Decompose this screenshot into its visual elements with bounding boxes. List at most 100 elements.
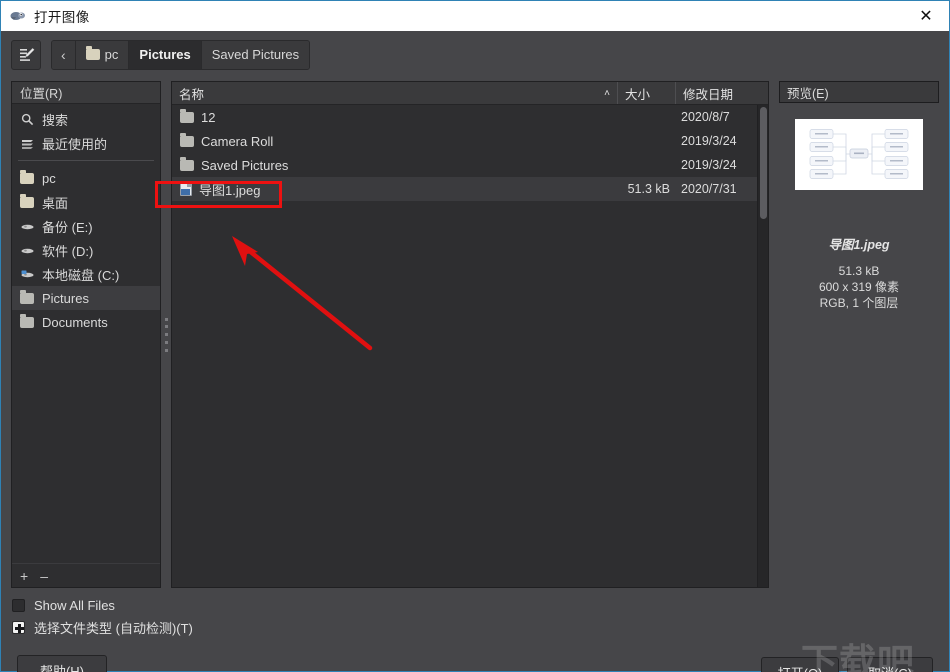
path-toolbar: ‹ pc Pictures Saved Pictures [1,31,949,78]
window-title: 打开图像 [34,10,90,25]
sidebar-item-drive-e[interactable]: 备份 (E:) [12,214,160,238]
file-date-cell: 2019/3/24 [681,134,737,148]
mindmap-thumbnail [795,119,923,190]
breadcrumb: ‹ pc Pictures Saved Pictures [51,39,311,70]
folder-grey-icon [20,289,35,306]
preview-filename: 导图1.jpeg [828,238,890,252]
sidebar-item-pictures[interactable]: Pictures [12,286,160,310]
folder-icon [180,132,194,147]
file-list-scrollbar[interactable] [757,105,768,587]
folder-icon [85,46,100,60]
harddisk-icon [20,267,35,282]
breadcrumb-back-button[interactable]: ‹ [52,40,76,69]
file-date-cell: 2019/3/24 [681,158,737,172]
preview-header: 预览(E) [779,81,939,103]
preview-colormode: RGB, 1 个图层 [819,296,899,310]
places-list: 搜索 最近使用的 pc 桌面 备份 (E:) 软件 (D:) 本地磁盘 (C:)… [12,104,160,563]
file-date-cell: 2020/8/7 [681,110,730,124]
open-button[interactable]: 打开(O) [761,657,839,672]
breadcrumb-item-saved-pictures[interactable]: Saved Pictures [201,40,310,69]
table-row[interactable]: 12 2020/8/7 [172,105,768,129]
preview-filesize: 51.3 kB [838,264,880,278]
sidebar-item-label: 本地磁盘 (C:) [42,267,120,283]
table-row[interactable]: Camera Roll 2019/3/24 [172,129,768,153]
window-titlebar: 打开图像 ✕ [0,0,950,31]
recent-icon [20,136,35,151]
open-image-dialog: ‹ pc Pictures Saved Pictures 位置(R) 搜索 最近… [0,31,950,672]
file-name-label: 12 [201,109,216,125]
sidebar-item-search[interactable]: 搜索 [12,107,160,131]
scrollbar-thumb[interactable] [760,107,767,219]
sidebar-item-drive-d[interactable]: 软件 (D:) [12,238,160,262]
places-header: 位置(R) [12,82,160,104]
sort-ascending-icon: ˄ [604,87,610,99]
grip-dots-icon [164,317,168,352]
image-file-icon [180,182,192,196]
gimp-wilber-icon [10,8,26,24]
dialog-options: Show All Files 选择文件类型 (自动检测)(T) [12,594,193,638]
sidebar-item-label: Documents [42,314,108,330]
remove-bookmark-button[interactable]: ‒ [40,569,48,583]
file-name-cell: Saved Pictures [172,156,618,173]
preview-metadata: 51.3 kB 600 x 319 像素 RGB, 1 个图层 [819,263,899,311]
sidebar-item-label: Pictures [42,290,89,306]
sidebar-item-drive-c[interactable]: 本地磁盘 (C:) [12,262,160,286]
sidebar-item-label: 桌面 [42,195,69,211]
preview-body: 导图1.jpeg 51.3 kB 600 x 319 像素 RGB, 1 个图层 [779,103,939,588]
preview-panel: 预览(E) 导图1.jpeg 51.3 kB 600 x 319 像素 RGB,… [779,81,939,588]
file-name-label: Camera Roll [201,133,274,149]
file-type-expander[interactable]: 选择文件类型 (自动检测)(T) [12,616,193,638]
file-name-cell: 导图1.jpeg [172,180,618,199]
type-location-icon[interactable] [11,39,41,70]
file-date-cell: 2020/7/31 [681,182,737,196]
file-list-header: 名称 ˄ 大小 修改日期 [172,82,768,105]
file-name-label: 导图1.jpeg [199,182,261,198]
sidebar-item-label: pc [42,170,56,186]
column-header-name-label: 名称 [179,87,205,102]
places-sidebar: 位置(R) 搜索 最近使用的 pc 桌面 备份 (E:) 软件 (D:) 本地磁… [11,81,161,588]
breadcrumb-item-pc[interactable]: pc [75,40,130,69]
breadcrumb-label: pc [104,47,119,62]
column-header-name[interactable]: 名称 ˄ [172,82,618,104]
sidebar-item-label: 备份 (E:) [42,219,93,235]
file-list-rows: 12 2020/8/7 Camera Roll 2019/3/24 Saved … [172,105,768,587]
table-row[interactable]: 导图1.jpeg 51.3 kB 2020/7/31 [172,177,768,201]
breadcrumb-item-pictures[interactable]: Pictures [129,40,202,69]
folder-icon [20,193,35,210]
folder-grey-icon [20,313,35,330]
sidebar-item-label: 搜索 [42,112,69,128]
sidebar-resize-handle[interactable] [161,81,171,588]
places-footer: + ‒ [12,563,160,587]
column-header-date[interactable]: 修改日期 [676,82,768,104]
column-header-size[interactable]: 大小 [618,82,676,104]
checkbox-icon[interactable] [12,598,25,612]
sidebar-item-label: 最近使用的 [42,136,108,152]
table-row[interactable]: Saved Pictures 2019/3/24 [172,153,768,177]
file-name-cell: Camera Roll [172,132,618,149]
expander-plus-icon[interactable] [12,620,25,634]
cancel-button[interactable]: 取消(C) [847,657,933,672]
folder-icon [180,108,194,123]
help-button[interactable]: 帮助(H) [17,655,107,672]
sidebar-item-recent[interactable]: 最近使用的 [12,131,160,155]
file-size-cell: 51.3 kB [627,182,670,196]
breadcrumb-label: Saved Pictures [211,47,300,62]
breadcrumb-label: Pictures [139,47,191,62]
file-name-label: Saved Pictures [201,157,289,173]
sidebar-item-label: 软件 (D:) [42,243,94,259]
file-list-pane: 名称 ˄ 大小 修改日期 12 2020/8/7 Camera Roll 201… [171,81,769,588]
sidebar-item-documents[interactable]: Documents [12,310,160,334]
sidebar-item-pc[interactable]: pc [12,166,160,190]
folder-icon [180,156,194,171]
show-all-files-label: Show All Files [34,597,115,613]
folder-icon [20,169,35,186]
drive-icon [20,243,35,258]
drive-icon [20,219,35,234]
sidebar-divider [18,160,154,161]
preview-dimensions: 600 x 319 像素 [818,280,900,294]
dialog-main-area: 位置(R) 搜索 最近使用的 pc 桌面 备份 (E:) 软件 (D:) 本地磁… [11,81,939,588]
add-bookmark-button[interactable]: + [20,569,28,583]
close-icon[interactable]: ✕ [903,2,949,31]
sidebar-item-desktop[interactable]: 桌面 [12,190,160,214]
show-all-files-checkbox[interactable]: Show All Files [12,594,193,616]
